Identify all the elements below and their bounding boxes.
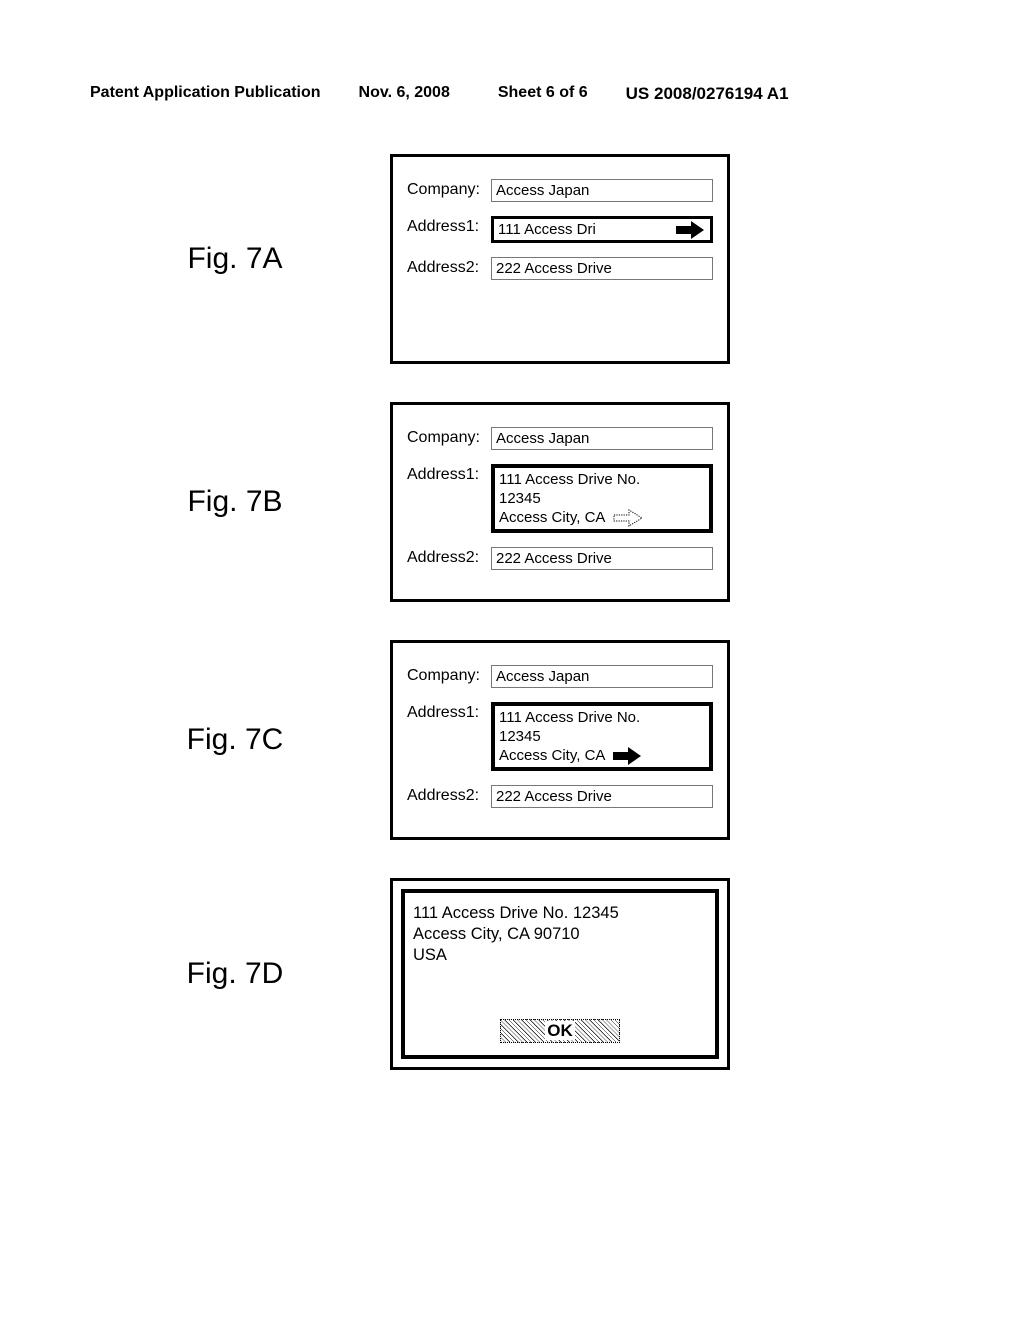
address1-label: Address1: (407, 464, 491, 484)
address2-field[interactable]: 222 Access Drive (491, 547, 713, 570)
ok-button[interactable]: OK (500, 1019, 620, 1043)
panel-7b: Company: Access Japan Address1: 111 Acce… (390, 402, 730, 602)
arrow-right-outline-icon (613, 509, 643, 527)
full-address-line1: 111 Access Drive No. 12345 (413, 904, 619, 922)
address1-value: 111 Access Dri (498, 219, 672, 240)
sheet-number: Sheet 6 of 6 (498, 84, 588, 104)
company-label: Company: (407, 427, 491, 447)
figure-7a-row: Fig. 7A Company: Access Japan Address1: … (90, 154, 934, 364)
addr1-line2: 12345 (499, 490, 541, 507)
address1-label: Address1: (407, 702, 491, 722)
figure-label-7c: Fig. 7C (90, 723, 390, 757)
publication-label: Patent Application Publication (90, 84, 321, 104)
company-label: Company: (407, 665, 491, 685)
row-address1: Address1: 111 Access Drive No. 12345 Acc… (407, 702, 713, 771)
addr1-line3: Access City, CA (499, 747, 605, 764)
figure-label-7b: Fig. 7B (90, 485, 390, 519)
address2-label: Address2: (407, 547, 491, 567)
panel-7c: Company: Access Japan Address1: 111 Acce… (390, 640, 730, 840)
address2-label: Address2: (407, 257, 491, 277)
company-label: Company: (407, 179, 491, 199)
arrow-right-icon (676, 221, 706, 239)
row-company: Company: Access Japan (407, 665, 713, 688)
addr1-line3: Access City, CA (499, 509, 605, 526)
address1-label: Address1: (407, 216, 491, 236)
company-field[interactable]: Access Japan (491, 665, 713, 688)
page-header: Patent Application Publication Nov. 6, 2… (90, 84, 934, 104)
address2-field[interactable]: 222 Access Drive (491, 785, 713, 808)
full-address-line2: Access City, CA 90710 (413, 925, 580, 943)
row-address2: Address2: 222 Access Drive (407, 257, 713, 280)
row-address2: Address2: 222 Access Drive (407, 547, 713, 570)
company-field[interactable]: Access Japan (491, 179, 713, 202)
address1-field[interactable]: 111 Access Dri (491, 216, 713, 243)
figure-label-7d: Fig. 7D (90, 957, 390, 991)
panel-7a: Company: Access Japan Address1: 111 Acce… (390, 154, 730, 364)
full-address-line3: USA (413, 946, 447, 964)
address2-label: Address2: (407, 785, 491, 805)
address1-field-expanded[interactable]: 111 Access Drive No. 12345 Access City, … (491, 702, 713, 771)
row-address1: Address1: 111 Access Drive No. 12345 Acc… (407, 464, 713, 533)
figure-label-7a: Fig. 7A (90, 242, 390, 276)
row-address2: Address2: 222 Access Drive (407, 785, 713, 808)
figure-7d-row: Fig. 7D 111 Access Drive No. 12345 Acces… (90, 878, 934, 1070)
company-field[interactable]: Access Japan (491, 427, 713, 450)
row-company: Company: Access Japan (407, 427, 713, 450)
addr1-line2: 12345 (499, 728, 541, 745)
addr1-line1: 111 Access Drive No. (499, 709, 640, 726)
patent-drawing-page: Patent Application Publication Nov. 6, 2… (0, 0, 1024, 1148)
publication-date: Nov. 6, 2008 (359, 84, 450, 104)
figure-7b-row: Fig. 7B Company: Access Japan Address1: … (90, 402, 934, 602)
row-address1: Address1: 111 Access Dri (407, 216, 713, 243)
address2-field[interactable]: 222 Access Drive (491, 257, 713, 280)
row-company: Company: Access Japan (407, 179, 713, 202)
arrow-right-icon (613, 747, 643, 765)
figure-7c-row: Fig. 7C Company: Access Japan Address1: … (90, 640, 934, 840)
address1-field-expanded[interactable]: 111 Access Drive No. 12345 Access City, … (491, 464, 713, 533)
panel-7d: 111 Access Drive No. 12345 Access City, … (390, 878, 730, 1070)
publication-number: US 2008/0276194 A1 (626, 84, 789, 104)
addr1-line1: 111 Access Drive No. (499, 471, 640, 488)
